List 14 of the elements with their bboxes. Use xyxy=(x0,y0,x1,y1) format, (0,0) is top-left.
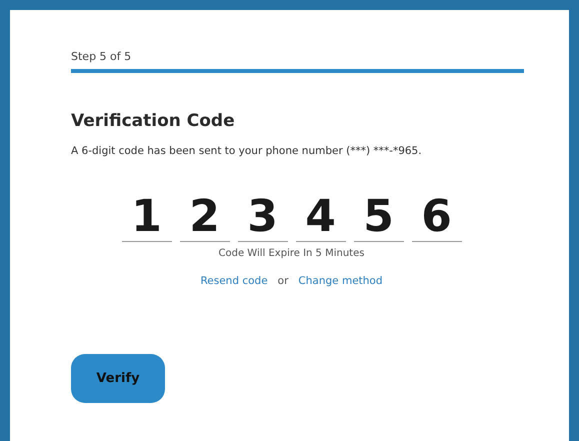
change-method-link[interactable]: Change method xyxy=(298,275,383,287)
code-digit-field[interactable]: 6 xyxy=(412,191,462,242)
separator-text: or xyxy=(278,275,288,287)
code-digit-field[interactable]: 4 xyxy=(296,191,346,242)
expiry-note: Code Will Expire In 5 Minutes xyxy=(218,248,364,259)
step-label: Step 5 of 5 xyxy=(71,50,132,63)
page-title: Verification Code xyxy=(71,111,235,131)
resend-code-link[interactable]: Resend code xyxy=(200,275,268,287)
code-digit-field[interactable]: 5 xyxy=(354,191,404,242)
code-digit-field[interactable]: 3 xyxy=(238,191,288,242)
description: A 6-digit code has been sent to your phone number (***) ***-*965. xyxy=(71,145,422,157)
code-digit-field[interactable]: 1 xyxy=(122,191,172,242)
code-digit-field[interactable]: 2 xyxy=(180,191,230,242)
verify-button[interactable]: Verify xyxy=(71,354,165,403)
